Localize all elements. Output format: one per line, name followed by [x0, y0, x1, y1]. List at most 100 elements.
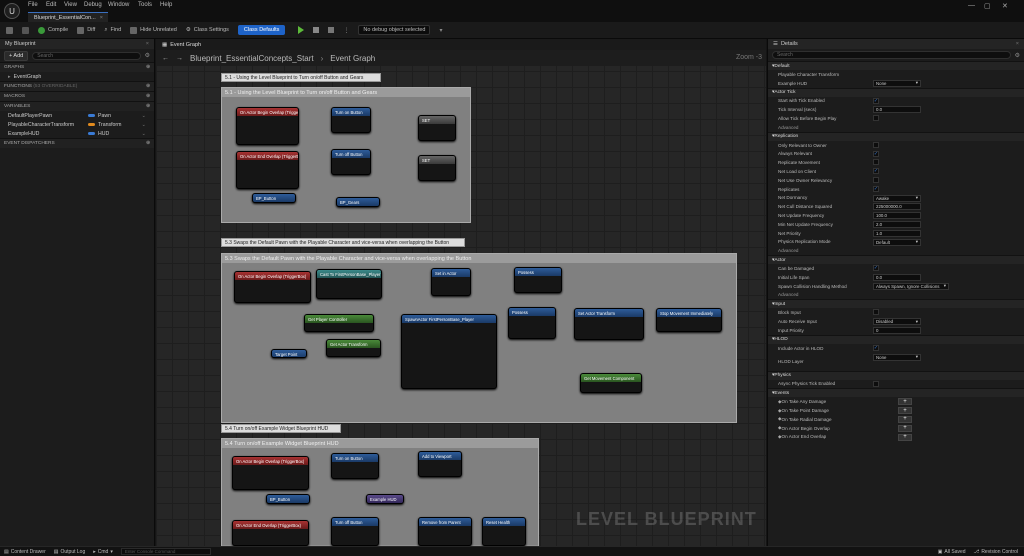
- property-row[interactable]: Advanced: [768, 246, 1024, 255]
- event-node[interactable]: On Actor Begin Overlap (TriggerBox): [232, 456, 309, 490]
- cmd-dropdown[interactable]: ▸ Cmd ▾: [93, 549, 113, 555]
- variable-row[interactable]: PlayableCharacterTransform Transform ⌄: [0, 120, 154, 129]
- menu-view[interactable]: View: [64, 2, 77, 8]
- class-settings-button[interactable]: ⚙ Class Settings: [186, 27, 229, 33]
- pure-function-node[interactable]: Get Player Controller: [304, 314, 374, 332]
- details-section-actor-tick[interactable]: ▾ Actor Tick: [768, 87, 1024, 97]
- set-node[interactable]: SET: [418, 115, 456, 141]
- add-event-button[interactable]: +: [898, 415, 912, 423]
- settings-icon[interactable]: ⚙: [1015, 52, 1020, 59]
- function-node[interactable]: Turn off Button: [331, 149, 371, 175]
- maximize-icon[interactable]: ▢: [984, 2, 991, 10]
- details-section-hlod[interactable]: ▾ HLOD: [768, 334, 1024, 344]
- add-event-button[interactable]: +: [898, 424, 912, 432]
- revision-control-button[interactable]: ⎇ Revision Control: [974, 549, 1018, 555]
- dropdown[interactable]: Default ▾: [873, 238, 921, 246]
- property-row[interactable]: Advanced: [768, 291, 1024, 300]
- search-input[interactable]: Search: [32, 51, 141, 60]
- menu-help[interactable]: Help: [160, 2, 172, 8]
- variable-node[interactable]: BP_Gears: [336, 197, 380, 207]
- number-field[interactable]: 0.0: [873, 273, 921, 281]
- compile-button[interactable]: Compile: [38, 26, 68, 34]
- step-icon[interactable]: [313, 27, 320, 33]
- unreal-logo-icon[interactable]: U: [4, 3, 20, 19]
- all-saved-status[interactable]: ▣ All Saved: [938, 549, 966, 555]
- details-section-events[interactable]: ▾ Events: [768, 388, 1024, 398]
- checkbox[interactable]: [873, 176, 879, 183]
- pure-function-node[interactable]: Get Actor Transform: [326, 339, 381, 357]
- add-macro-icon[interactable]: ⊕: [146, 94, 150, 99]
- function-node[interactable]: Reset Health: [482, 517, 526, 546]
- close-icon[interactable]: ×: [1016, 41, 1019, 47]
- save-icon[interactable]: [6, 26, 13, 34]
- cast-node[interactable]: Cast To FirstPersonBase_Player: [316, 269, 382, 299]
- output-log-button[interactable]: ▤ Output Log: [54, 549, 85, 555]
- checkbox[interactable]: ✓: [873, 97, 879, 104]
- checkbox[interactable]: ✓: [873, 265, 879, 272]
- add-event-button[interactable]: +: [898, 398, 912, 406]
- diff-button[interactable]: Diff: [77, 26, 95, 34]
- function-node[interactable]: Turn off Button: [331, 517, 379, 546]
- chevron-down-icon[interactable]: ▾: [439, 27, 442, 34]
- hide-unrelated-button[interactable]: Hide Unrelated: [130, 26, 177, 34]
- add-event-button[interactable]: +: [898, 407, 912, 415]
- event-node[interactable]: On Actor End Overlap (TriggerBox): [236, 151, 299, 189]
- event-node[interactable]: On Actor End Overlap (TriggerBox): [232, 520, 309, 546]
- close-icon[interactable]: ×: [146, 41, 149, 47]
- pure-function-node[interactable]: Get Movement Component: [580, 373, 642, 393]
- chevron-down-icon[interactable]: ⌄: [142, 122, 146, 128]
- variable-node[interactable]: Example HUD: [366, 494, 404, 504]
- stop-icon[interactable]: [328, 27, 335, 33]
- content-drawer-button[interactable]: ▤ Content Drawer: [4, 549, 46, 555]
- asset-tab[interactable]: Blueprint_EssentialCon... ×: [28, 12, 108, 22]
- add-graph-icon[interactable]: ⊕: [146, 65, 150, 70]
- menu-edit[interactable]: Edit: [46, 2, 56, 8]
- function-node[interactable]: Set Actor Transform: [574, 308, 644, 340]
- add-event-button[interactable]: +: [898, 433, 912, 441]
- details-section-input[interactable]: ▾ Input: [768, 299, 1024, 309]
- number-field[interactable]: 1.0: [873, 229, 921, 237]
- browse-icon[interactable]: [22, 26, 29, 34]
- settings-icon[interactable]: ⚙: [145, 52, 150, 59]
- console-input[interactable]: Enter Console Command: [120, 548, 211, 555]
- details-section-replication[interactable]: ▾ Replication: [768, 131, 1024, 141]
- number-field[interactable]: 0.0: [873, 106, 921, 114]
- section-functions[interactable]: FUNCTIONS (53 OVERRIDABLE) ⊕: [0, 81, 154, 91]
- number-field[interactable]: 2.0: [873, 220, 921, 228]
- section-event-dispatchers[interactable]: EVENT DISPATCHERS ⊕: [0, 138, 154, 148]
- menu-file[interactable]: File: [28, 2, 38, 8]
- possess-node[interactable]: Possess: [514, 267, 562, 293]
- event-node[interactable]: On Actor Begin Overlap (TriggerBox): [234, 271, 311, 303]
- variable-node[interactable]: Target Point: [271, 349, 307, 358]
- function-node[interactable]: Turn on Button: [331, 453, 379, 479]
- play-icon[interactable]: [298, 26, 305, 34]
- dropdown[interactable]: None ▾: [873, 353, 921, 361]
- details-section-default[interactable]: ▾ Default: [768, 61, 1024, 70]
- checkbox[interactable]: [873, 115, 879, 122]
- dropdown[interactable]: Disabled ▾: [873, 318, 921, 326]
- property-row[interactable]: Advanced: [768, 123, 1024, 132]
- add-function-icon[interactable]: ⊕: [146, 84, 150, 89]
- checkbox[interactable]: ✓: [873, 168, 879, 175]
- checkbox[interactable]: [873, 141, 879, 148]
- function-node[interactable]: Add to Viewport: [418, 451, 462, 477]
- close-window-icon[interactable]: ✕: [1002, 2, 1008, 10]
- variable-row[interactable]: ExampleHUD HUD ⌄: [0, 129, 154, 138]
- section-macros[interactable]: MACROS ⊕: [0, 91, 154, 101]
- checkbox[interactable]: ✓: [873, 344, 879, 351]
- add-button[interactable]: + Add: [4, 50, 29, 61]
- event-node[interactable]: On Actor Begin Overlap (TriggerBox): [236, 107, 299, 145]
- list-item-eventgraph[interactable]: ▸ EventGraph: [0, 72, 154, 81]
- checkbox[interactable]: [873, 309, 879, 316]
- options-icon[interactable]: ⋮: [343, 27, 349, 34]
- menu-window[interactable]: Window: [108, 2, 129, 8]
- class-defaults-button[interactable]: Class Defaults: [237, 25, 286, 35]
- minimize-icon[interactable]: —: [968, 2, 975, 9]
- event-graph-canvas[interactable]: ▦ Event Graph ← → Blueprint_EssentialConc…: [156, 39, 766, 546]
- function-node[interactable]: Stop Movement Immediately: [656, 308, 722, 332]
- debug-object-dropdown[interactable]: No debug object selected: [358, 25, 431, 35]
- number-field[interactable]: 100.0: [873, 212, 921, 220]
- checkbox[interactable]: [873, 380, 879, 387]
- variable-node[interactable]: BP_Button: [266, 494, 310, 504]
- function-node[interactable]: Remove from Parent: [418, 517, 472, 546]
